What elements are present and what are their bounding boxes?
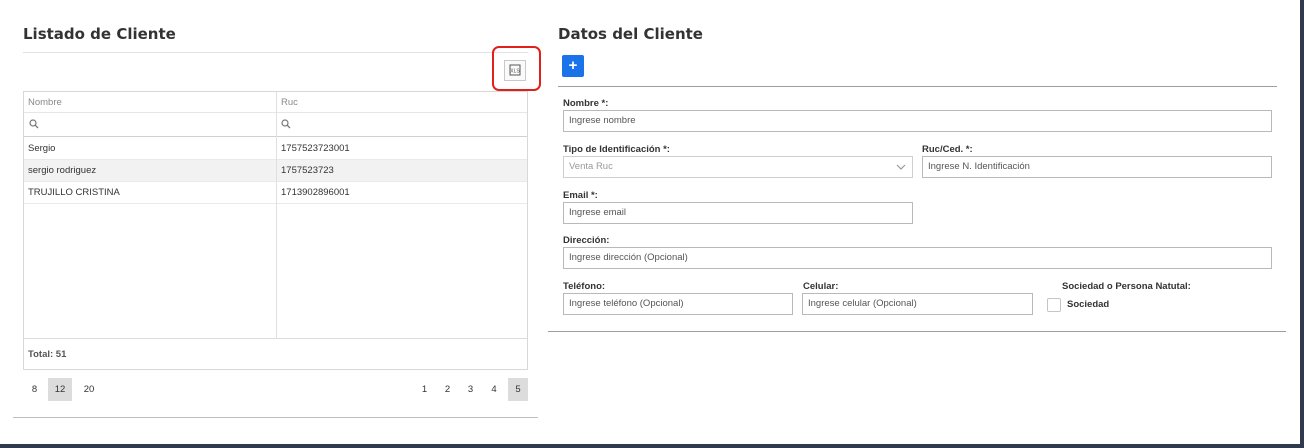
cell-nombre: TRUJILLO CRISTINA: [28, 187, 120, 198]
telefono-field[interactable]: Ingrese teléfono (Opcional): [563, 293, 793, 315]
search-icon[interactable]: [29, 119, 39, 132]
cell-ruc: 1757523723: [281, 165, 334, 176]
column-header-ruc[interactable]: Ruc: [277, 92, 527, 114]
tipo-id-label: Tipo de Identificación *:: [563, 144, 670, 155]
chevron-down-icon: [896, 157, 906, 185]
page-1[interactable]: 1: [417, 378, 432, 401]
page-size-12[interactable]: 12: [48, 378, 72, 401]
cell-ruc: 1713902896001: [281, 187, 350, 198]
add-client-button[interactable]: +: [562, 55, 584, 77]
sociedad-label: Sociedad o Persona Natutal:: [1062, 281, 1191, 292]
sociedad-checkbox-label[interactable]: Sociedad: [1067, 299, 1109, 310]
tipo-id-select[interactable]: Venta Ruc: [563, 156, 913, 178]
email-field[interactable]: Ingrese email: [563, 202, 913, 224]
telefono-label: Teléfono:: [563, 281, 606, 292]
excel-export-icon[interactable]: XLS: [504, 60, 526, 81]
export-highlight: XLS: [492, 46, 541, 91]
sociedad-checkbox[interactable]: [1047, 298, 1061, 312]
ruc-field[interactable]: Ingrese N. Identificación: [922, 156, 1272, 178]
cell-ruc: 1757523723001: [281, 143, 350, 154]
direccion-field[interactable]: Ingrese dirección (Opcional): [563, 247, 1272, 269]
grid-total: Total: 51: [24, 338, 527, 370]
page-size-8[interactable]: 8: [26, 378, 43, 401]
client-grid: Nombre Ruc Sergio 1757523723001 sergio r…: [23, 91, 528, 370]
client-list-title: Listado de Cliente: [23, 25, 176, 43]
ruc-label: Ruc/Ced. *:: [922, 144, 973, 155]
page-5[interactable]: 5: [508, 378, 528, 401]
column-divider: [276, 92, 277, 338]
celular-field[interactable]: Ingrese celular (Opcional): [802, 293, 1033, 315]
divider: [558, 86, 1277, 87]
page-2[interactable]: 2: [440, 378, 455, 401]
search-icon[interactable]: [281, 119, 291, 132]
svg-text:XLS: XLS: [510, 69, 520, 75]
page-size-20[interactable]: 20: [78, 378, 100, 401]
page-4[interactable]: 4: [486, 378, 502, 401]
nombre-label: Nombre *:: [563, 98, 609, 109]
page-3[interactable]: 3: [463, 378, 478, 401]
direccion-label: Dirección:: [563, 235, 610, 246]
client-data-title: Datos del Cliente: [558, 25, 703, 43]
tipo-id-value: Venta Ruc: [569, 161, 613, 172]
divider: [548, 331, 1286, 332]
celular-label: Celular:: [803, 281, 839, 292]
divider: [13, 417, 538, 418]
column-header-nombre[interactable]: Nombre: [24, 92, 276, 114]
cell-nombre: Sergio: [28, 143, 56, 154]
cell-nombre: sergio rodriguez: [28, 165, 97, 176]
email-label: Email *:: [563, 190, 598, 201]
nombre-field[interactable]: Ingrese nombre: [563, 110, 1272, 132]
divider: [23, 52, 528, 53]
